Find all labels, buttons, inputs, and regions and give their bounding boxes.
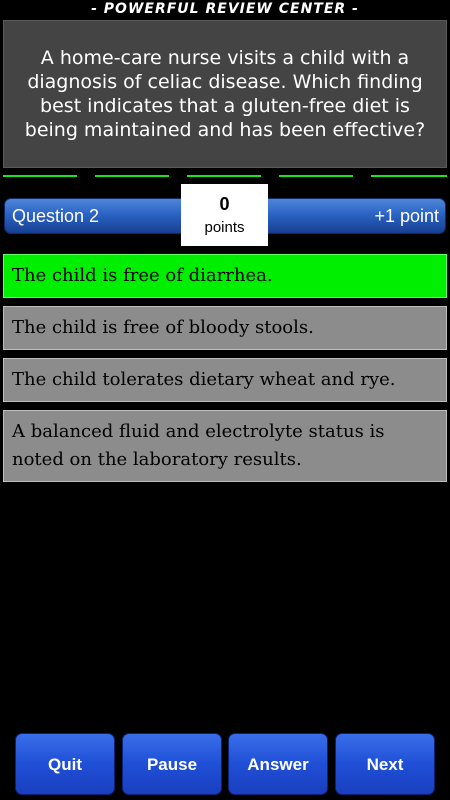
next-button[interactable]: Next [335,733,435,795]
divider-segment [3,175,77,177]
point-value-label: +1 point [374,206,439,226]
score-unit-label: points [204,219,245,236]
divider-segment [279,175,353,177]
divider-segment [95,175,169,177]
divider-segment [371,175,447,177]
score-value: 0 [219,194,230,214]
question-panel: A home-care nurse visits a child with a … [3,20,447,168]
answer-list: The child is free of diarrhea. The child… [3,254,447,490]
divider-segment [187,175,261,177]
score-box: 0 points [181,184,268,246]
app-screen: - POWERFUL REVIEW CENTER - A home-care n… [0,0,450,800]
bottom-button-bar: Quit Pause Answer Next [0,733,450,795]
question-text: A home-care nurse visits a child with a … [24,47,426,141]
answer-button[interactable]: Answer [228,733,328,795]
answer-option-2[interactable]: The child is free of bloody stools. [3,306,447,350]
answer-option-4[interactable]: A balanced fluid and electrolyte status … [3,410,447,482]
app-title: - POWERFUL REVIEW CENTER - [91,1,359,17]
quit-button[interactable]: Quit [15,733,115,795]
progress-divider [0,175,450,178]
pause-button[interactable]: Pause [122,733,222,795]
question-number-label: Question 2 [12,206,100,226]
answer-option-3[interactable]: The child tolerates dietary wheat and ry… [3,358,447,402]
answer-option-1[interactable]: The child is free of diarrhea. [3,254,447,298]
